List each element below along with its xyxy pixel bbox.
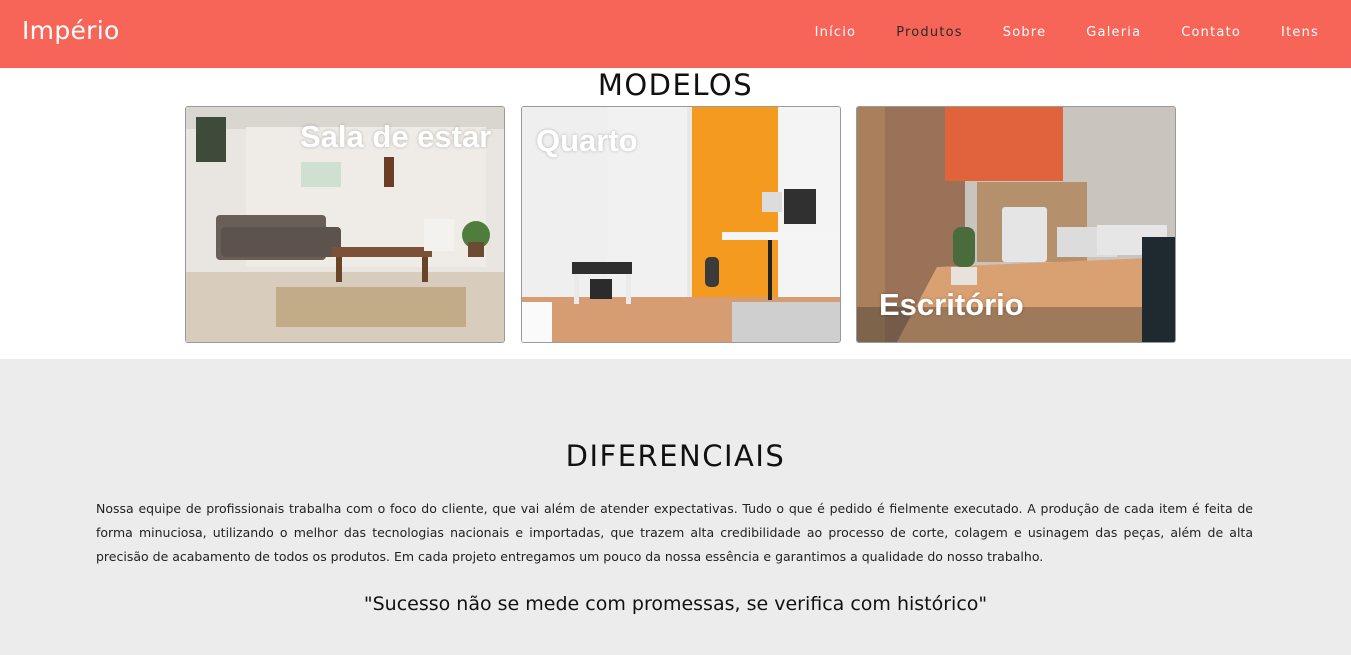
quote-text: "Sucesso não se mede com promessas, se v… xyxy=(363,593,988,615)
diferenciais-text: Nossa equipe de profissionais trabalha c… xyxy=(96,501,1253,564)
brand-logo[interactable]: Império xyxy=(22,16,120,45)
main-nav: Início Produtos Sobre Galeria Contato It… xyxy=(775,25,1319,40)
nav-link-itens[interactable]: Itens xyxy=(1281,25,1319,40)
models-section: MODELOS Sala de estar Quarto Escritório xyxy=(0,68,1351,359)
nav-link-galeria[interactable]: Galeria xyxy=(1086,25,1141,40)
model-card-sala-de-estar[interactable]: Sala de estar xyxy=(185,106,505,343)
diferenciais-section: DIFERENCIAIS Nossa equipe de profissiona… xyxy=(0,359,1351,655)
model-card-label: Sala de estar xyxy=(300,119,492,154)
top-navbar: Império Início Produtos Sobre Galeria Co… xyxy=(0,0,1351,68)
model-card-label: Escritório xyxy=(879,287,1024,322)
nav-link-sobre[interactable]: Sobre xyxy=(1003,25,1047,40)
models-title: MODELOS xyxy=(597,68,754,102)
nav-link-inicio[interactable]: Início xyxy=(815,25,857,40)
model-card-escritorio[interactable]: Escritório xyxy=(856,106,1176,343)
model-card-label: Quarto xyxy=(536,123,638,158)
model-card-quarto[interactable]: Quarto xyxy=(521,106,841,343)
diferenciais-title: DIFERENCIAIS xyxy=(565,439,786,473)
nav-link-contato[interactable]: Contato xyxy=(1181,25,1241,40)
nav-link-produtos[interactable]: Produtos xyxy=(896,25,963,40)
